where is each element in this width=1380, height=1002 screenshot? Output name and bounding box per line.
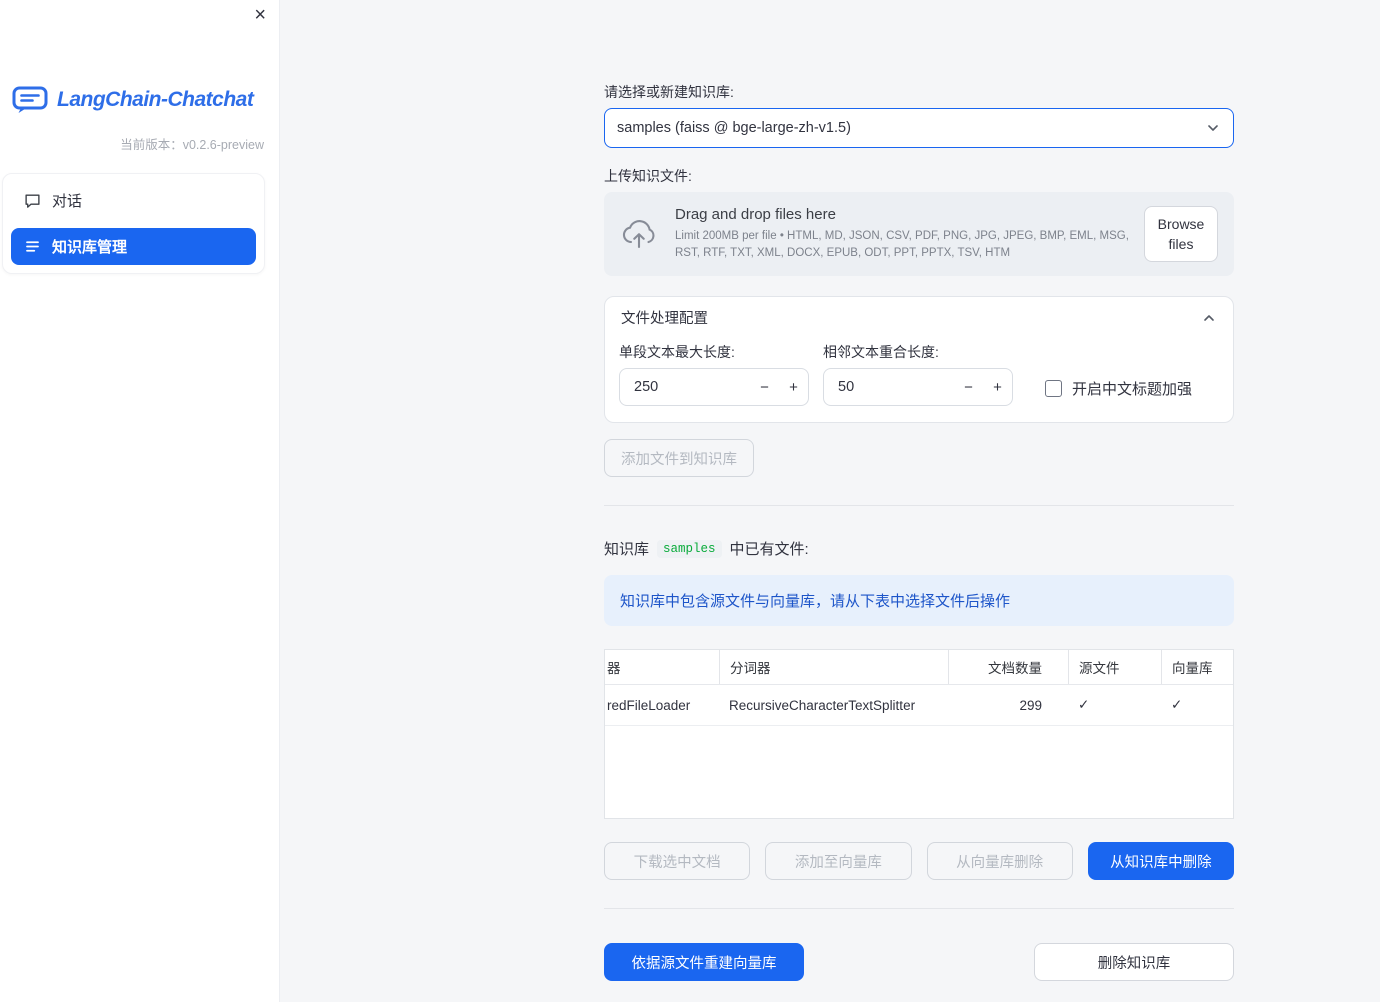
- expander-title: 文件处理配置: [621, 311, 708, 327]
- kb-name-code: samples: [657, 539, 722, 558]
- file-config-expander-header[interactable]: 文件处理配置: [605, 297, 1233, 336]
- chat-bubble-icon: [24, 192, 41, 209]
- col-splitter-header: 分词器: [719, 650, 948, 684]
- max-length-input[interactable]: 250 − +: [619, 368, 809, 406]
- col-source-header: 源文件: [1068, 650, 1161, 684]
- cell-splitter: RecursiveCharacterTextSplitter: [729, 697, 916, 713]
- overlap-value: 50: [838, 379, 855, 395]
- sidebar-item-dialogue[interactable]: 对话: [11, 182, 256, 219]
- kb-files-suffix: 中已有文件:: [729, 541, 809, 558]
- sidebar: × LangChain-Chatchat 当前版本：v0.2.6-preview…: [0, 0, 280, 1002]
- chevron-down-icon: [1205, 120, 1221, 136]
- cell-count: 299: [1019, 697, 1042, 713]
- delete-from-vector-store-button[interactable]: 从向量库删除: [926, 842, 1073, 880]
- app-logo: LangChain-Chatchat: [12, 86, 279, 114]
- increment-button[interactable]: +: [983, 369, 1012, 405]
- bottom-actions: 依据源文件重建向量库 删除知识库: [604, 943, 1234, 981]
- delete-from-kb-button[interactable]: 从知识库中删除: [1087, 842, 1234, 880]
- app-title: LangChain-Chatchat: [57, 88, 254, 111]
- divider: [604, 908, 1234, 909]
- kb-select-label: 请选择或新建知识库:: [604, 84, 734, 100]
- sidebar-item-label: 对话: [52, 193, 83, 210]
- sidebar-item-kb-management[interactable]: 知识库管理: [11, 228, 256, 265]
- sidebar-item-label: 知识库管理: [52, 239, 128, 256]
- chevron-up-icon: [1201, 310, 1217, 326]
- list-icon: [24, 238, 41, 255]
- upload-cloud-icon: [620, 218, 658, 250]
- table-header-row: 器 分词器 文档数量 源文件 向量库: [605, 650, 1233, 685]
- kb-select-value: samples (faiss @ bge-large-zh-v1.5): [617, 120, 851, 136]
- cell-vector-check: ✓: [1171, 697, 1183, 712]
- logo-chat-icon: [12, 86, 48, 114]
- info-alert: 知识库中包含源文件与向量库，请从下表中选择文件后操作: [604, 575, 1234, 626]
- kb-select[interactable]: samples (faiss @ bge-large-zh-v1.5): [604, 108, 1234, 148]
- cell-loader: redFileLoader: [607, 697, 691, 713]
- table-actions: 下载选中文档 添加至向量库 从向量库删除 从知识库中删除: [604, 842, 1234, 880]
- increment-button[interactable]: +: [779, 369, 808, 405]
- browse-files-button[interactable]: Browse files: [1144, 206, 1218, 262]
- upload-label: 上传知识文件:: [604, 168, 692, 184]
- file-uploader-dropzone[interactable]: Drag and drop files here Limit 200MB per…: [604, 192, 1234, 276]
- table-row[interactable]: redFileLoader RecursiveCharacterTextSpli…: [605, 685, 1233, 726]
- sidebar-close-button[interactable]: ×: [254, 5, 266, 25]
- divider: [604, 505, 1234, 506]
- kb-files-prefix: 知识库: [604, 541, 650, 558]
- add-to-vector-store-button[interactable]: 添加至向量库: [765, 842, 912, 880]
- max-length-label: 单段文本最大长度:: [619, 344, 735, 360]
- col-vector-header: 向量库: [1161, 650, 1233, 684]
- version-text: 当前版本：v0.2.6-preview: [120, 138, 264, 152]
- cell-source-check: ✓: [1078, 697, 1090, 712]
- col-count-header: 文档数量: [948, 650, 1068, 684]
- uploader-text: Drag and drop files here Limit 200MB per…: [675, 206, 1144, 261]
- col-loader-header: 器: [607, 661, 621, 676]
- zh-title-enhance-checkbox[interactable]: 开启中文标题加强: [1045, 378, 1192, 399]
- checkbox-box: [1045, 380, 1062, 397]
- decrement-button[interactable]: −: [954, 369, 983, 405]
- main-area: 请选择或新建知识库: samples (faiss @ bge-large-zh…: [280, 0, 1380, 981]
- checkbox-label: 开启中文标题加强: [1072, 381, 1193, 398]
- sidebar-menu: 对话 知识库管理: [2, 173, 265, 274]
- rebuild-vector-store-button[interactable]: 依据源文件重建向量库: [604, 943, 804, 981]
- decrement-button[interactable]: −: [750, 369, 779, 405]
- overlap-label: 相邻文本重合长度:: [823, 344, 939, 360]
- delete-kb-button[interactable]: 删除知识库: [1034, 943, 1234, 981]
- overlap-input[interactable]: 50 − +: [823, 368, 1013, 406]
- upload-limit-text: Limit 200MB per file • HTML, MD, JSON, C…: [675, 230, 1129, 259]
- kb-files-heading: 知识库 samples 中已有文件:: [604, 538, 1234, 559]
- download-selected-button[interactable]: 下载选中文档: [604, 842, 751, 880]
- kb-files-table[interactable]: 器 分词器 文档数量 源文件 向量库 redFileLoader Recursi…: [604, 649, 1234, 819]
- drop-text: Drag and drop files here: [675, 206, 836, 224]
- file-config-expander: 文件处理配置 单段文本最大长度: 250 − + 相邻文本重合长度: 50 − …: [604, 296, 1234, 423]
- max-length-value: 250: [634, 379, 659, 395]
- add-files-to-kb-button[interactable]: 添加文件到知识库: [604, 439, 754, 477]
